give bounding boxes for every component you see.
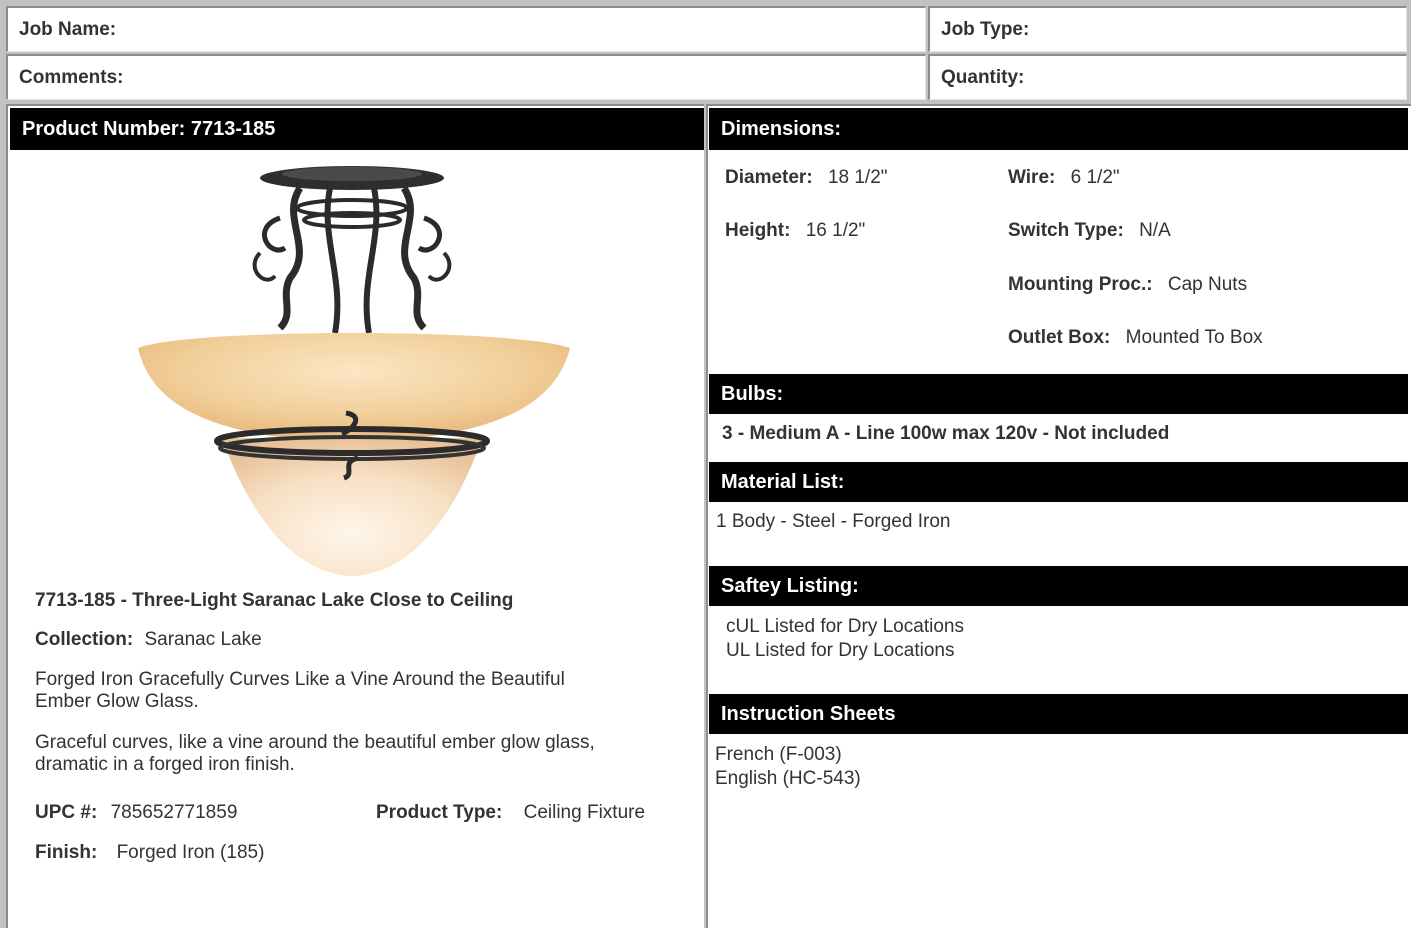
mounting-row: Mounting Proc.: Cap Nuts (1008, 274, 1247, 296)
product-number-bar: Product Number: 7713-185 (10, 108, 704, 150)
quantity-label: Quantity: (941, 66, 1025, 88)
diameter-value: 18 1/2" (827, 167, 888, 188)
instruction-link-french[interactable]: French (F-003) (715, 743, 861, 767)
ceiling-fixture-image (130, 158, 575, 583)
product-title: 7713-185 - Three-Light Saranac Lake Clos… (35, 590, 514, 611)
mounting-label: Mounting Proc.: (1008, 274, 1153, 295)
switch-type-row: Switch Type: N/A (1008, 220, 1171, 242)
job-type-cell: Job Type: (928, 6, 1407, 52)
comments-label: Comments: (19, 66, 124, 88)
upc-label: UPC #: (35, 802, 98, 823)
collection-row: Collection: Saranac Lake (35, 629, 262, 651)
product-type-value: Ceiling Fixture (523, 802, 646, 823)
product-type-row: Product Type: Ceiling Fixture (376, 802, 645, 824)
collection-value: Saranac Lake (144, 629, 262, 650)
diameter-row: Diameter: 18 1/2" (725, 167, 888, 189)
upc-row: UPC #: 785652771859 (35, 802, 237, 824)
wire-row: Wire: 6 1/2" (1008, 167, 1120, 189)
instruction-sheets-bar: Instruction Sheets (709, 694, 1408, 734)
finish-value: Forged Iron (185) (116, 842, 265, 863)
tagline-line-2: Ember Glow Glass. (35, 691, 199, 712)
ceiling-fixture-icon (138, 166, 570, 576)
height-label: Height: (725, 220, 791, 241)
safety-listing-text: cUL Listed for Dry Locations UL Listed f… (726, 615, 964, 663)
diameter-label: Diameter: (725, 167, 813, 188)
product-description: Graceful curves, like a vine around the … (35, 732, 595, 776)
job-name-cell: Job Name: (6, 6, 926, 52)
description-line-1: Graceful curves, like a vine around the … (35, 732, 595, 753)
outlet-box-row: Outlet Box: Mounted To Box (1008, 327, 1263, 349)
safety-listing-bar: Saftey Listing: (709, 566, 1408, 606)
product-tagline: Forged Iron Gracefully Curves Like a Vin… (35, 669, 565, 713)
wire-label: Wire: (1008, 167, 1056, 188)
wire-value: 6 1/2" (1070, 167, 1120, 188)
job-type-label: Job Type: (941, 18, 1030, 40)
height-value: 16 1/2" (805, 220, 866, 241)
quantity-cell: Quantity: (928, 54, 1407, 100)
collection-label: Collection: (35, 629, 134, 650)
tagline-line-1: Forged Iron Gracefully Curves Like a Vin… (35, 669, 565, 690)
job-name-label: Job Name: (19, 18, 117, 40)
upc-value: 785652771859 (110, 802, 238, 823)
mounting-value: Cap Nuts (1167, 274, 1248, 295)
material-list-text: 1 Body - Steel - Forged Iron (716, 511, 951, 532)
material-list-bar: Material List: (709, 462, 1408, 502)
finish-row: Finish: Forged Iron (185) (35, 842, 264, 864)
instruction-link-english[interactable]: English (HC-543) (715, 767, 861, 791)
switch-type-label: Switch Type: (1008, 220, 1124, 241)
outlet-box-value: Mounted To Box (1125, 327, 1263, 348)
safety-line-1: cUL Listed for Dry Locations (726, 616, 964, 637)
outlet-box-label: Outlet Box: (1008, 327, 1111, 348)
description-line-2: dramatic in a forged iron finish. (35, 754, 295, 775)
dimensions-bar: Dimensions: (709, 108, 1408, 150)
height-row: Height: 16 1/2" (725, 220, 865, 242)
bulbs-bar: Bulbs: (709, 374, 1408, 414)
instruction-sheets-list: French (F-003) English (HC-543) (715, 743, 861, 791)
safety-line-2: UL Listed for Dry Locations (726, 640, 955, 661)
bulbs-text: 3 - Medium A - Line 100w max 120v - Not … (722, 423, 1170, 444)
finish-label: Finish: (35, 842, 98, 863)
comments-cell: Comments: (6, 54, 926, 100)
product-type-label: Product Type: (376, 802, 503, 823)
switch-type-value: N/A (1139, 220, 1171, 241)
